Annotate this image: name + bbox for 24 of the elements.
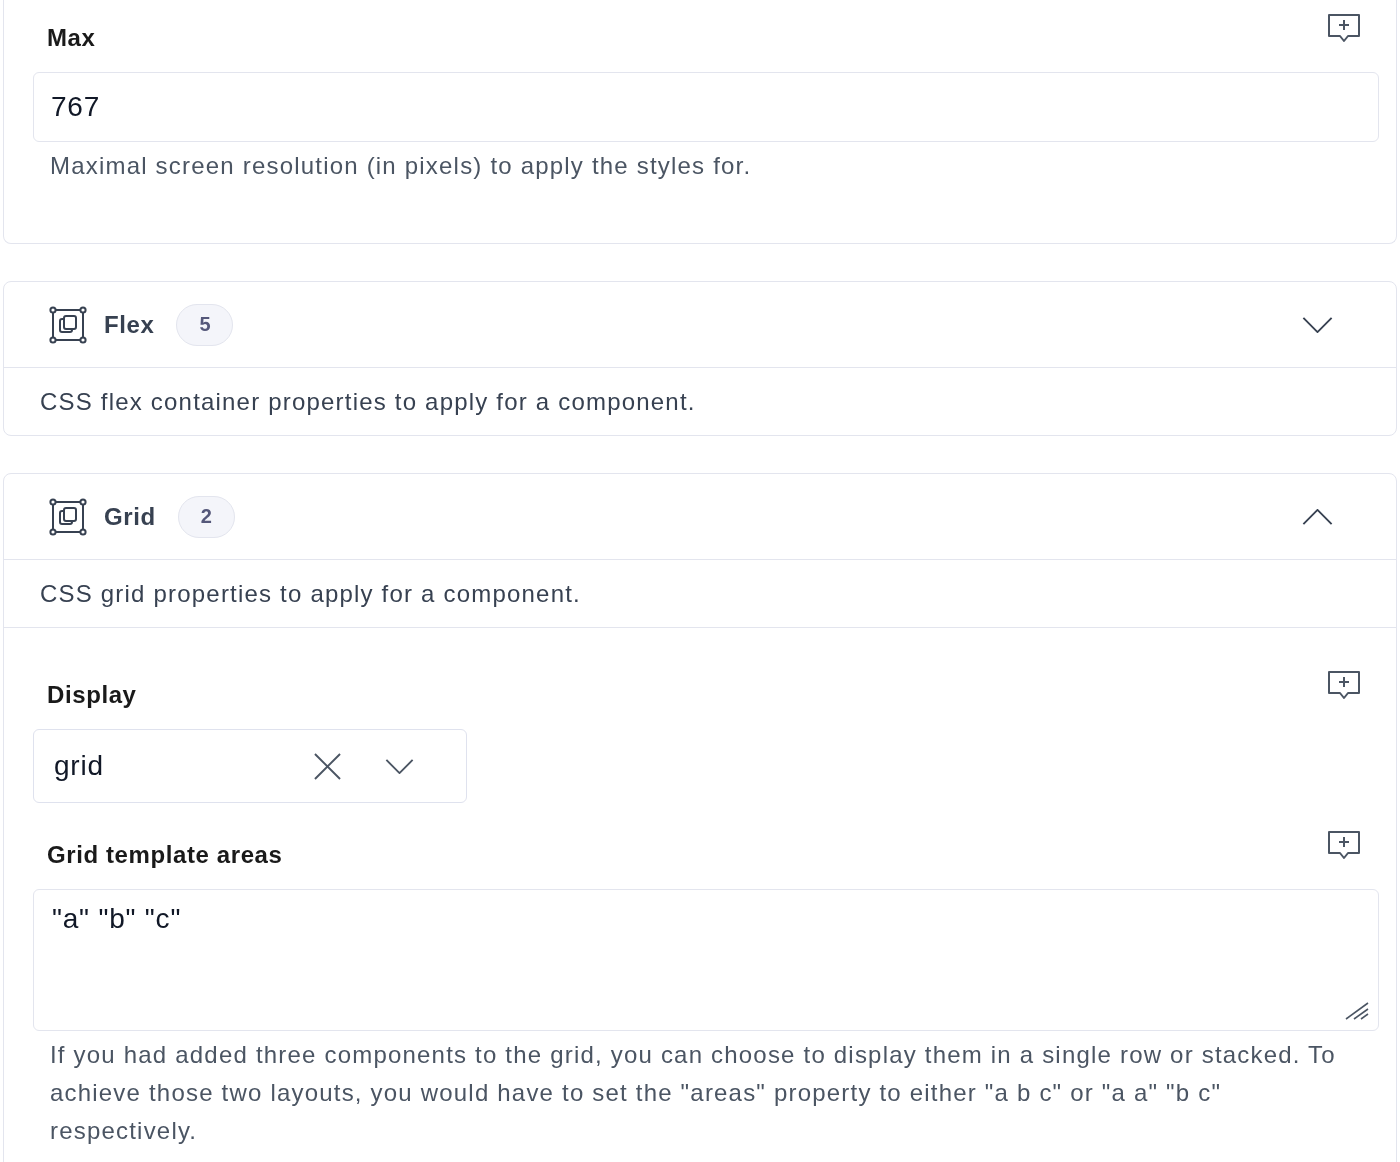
frame-icon: [49, 497, 87, 536]
count-badge: 2: [177, 495, 235, 538]
clear-icon[interactable]: [314, 752, 341, 780]
add-comment-icon[interactable]: [1327, 670, 1361, 700]
chevron-down-icon[interactable]: [385, 758, 414, 774]
chevron-down-icon[interactable]: [1302, 316, 1333, 333]
field-label: Max: [46, 23, 96, 53]
textarea-field[interactable]: "a" "b" "c": [33, 889, 1379, 1031]
group-title: Grid: [104, 502, 156, 531]
group-description: CSS grid properties to apply for a component.: [40, 579, 581, 608]
frame-icon: [49, 305, 87, 344]
select-field[interactable]: grid: [33, 729, 467, 803]
resize-grip-icon[interactable]: [1345, 1002, 1369, 1020]
group-description: CSS flex container properties to apply for a component.: [40, 387, 696, 416]
add-comment-icon[interactable]: [1327, 830, 1361, 860]
add-comment-icon[interactable]: [1327, 13, 1361, 43]
field-label: Grid template areas: [46, 840, 283, 870]
chevron-up-icon[interactable]: [1302, 508, 1333, 525]
help-text: If you had added three components to the grid, you can choose to display them in a single row or stacked. To achieve those two layouts, you would have to set the "areas" property to either "a b c" or "a a" "b c" respectively.: [49, 1040, 1337, 1146]
input-field[interactable]: 767: [33, 72, 1379, 142]
group-title: Flex: [104, 310, 155, 339]
count-badge: 5: [176, 303, 234, 346]
help-text: Maximal screen resolution (in pixels) to apply the styles for.: [49, 151, 753, 181]
field-label: Display: [46, 680, 137, 710]
